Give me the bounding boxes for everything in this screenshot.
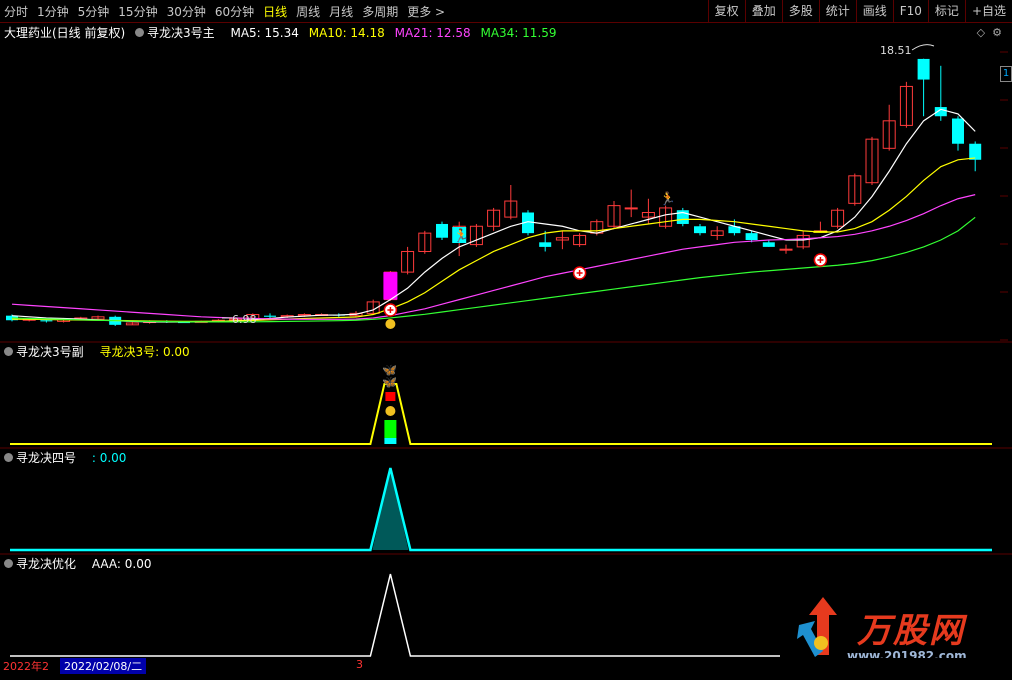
toolbar-button-0[interactable]: 复权 xyxy=(707,0,745,22)
period-tab-3[interactable]: 15分钟 xyxy=(118,5,157,19)
panel2-name[interactable]: 寻龙决3号副 xyxy=(4,345,90,359)
panel2-line xyxy=(10,383,992,445)
panel2-red-block xyxy=(385,392,396,401)
panel3-value: : 0.00 xyxy=(91,451,127,465)
watermark-brand: 万股网 xyxy=(857,611,965,651)
candle xyxy=(813,221,827,233)
panel2-value: 寻龙决3号: 0.00 xyxy=(99,345,190,359)
toolbar-button-6[interactable]: 标记 xyxy=(927,0,965,22)
candle xyxy=(624,189,638,218)
candle-body xyxy=(779,248,793,251)
panel3-fill xyxy=(372,468,409,550)
watermark-logo-icon xyxy=(797,597,837,657)
coin-icon xyxy=(385,319,396,329)
panel2-green-block xyxy=(384,420,397,438)
toolbar-right-buttons: 复权 叠加 多股 统计 画线 F10 标记 +自选 xyxy=(707,0,1012,22)
candle xyxy=(865,136,879,185)
panel2-coin-icon xyxy=(385,406,396,416)
panel3-name[interactable]: 寻龙决四号 xyxy=(4,451,82,465)
candle xyxy=(487,207,501,231)
candle xyxy=(762,240,775,247)
toolbar-button-3[interactable]: 统计 xyxy=(818,0,856,22)
status-bar: 2022年2 2022/02/08/二 3 xyxy=(0,658,1012,674)
toolbar-button-4[interactable]: 画线 xyxy=(855,0,893,22)
annotations-layer: 18.51 6.98 🏃 🏃 xyxy=(222,44,935,329)
candle-body xyxy=(694,226,706,234)
period-tab-5[interactable]: 60分钟 xyxy=(215,5,254,19)
panel4-line xyxy=(10,573,780,657)
runner-icon: 🏃 xyxy=(453,228,469,244)
highlight-candle xyxy=(383,272,398,300)
candle-body xyxy=(762,242,775,247)
low-price-label: 6.98 xyxy=(232,313,257,326)
candle xyxy=(401,246,415,275)
candle-body xyxy=(745,233,758,241)
candle xyxy=(899,81,913,128)
candle xyxy=(659,205,673,229)
candle xyxy=(779,244,793,254)
candle-body xyxy=(40,320,53,322)
candle xyxy=(917,58,930,117)
period-tabs: 分时 1分钟 5分钟 15分钟 30分钟 60分钟 日线 周线 月线 多周期 更多 > xyxy=(4,3,454,20)
period-tab-1[interactable]: 1分钟 xyxy=(37,5,69,19)
candle-body xyxy=(969,143,982,160)
candle xyxy=(969,141,982,172)
panel3-line xyxy=(10,467,992,552)
candle xyxy=(504,185,518,220)
toolbar-button-2[interactable]: 多股 xyxy=(781,0,819,22)
runner-icon: 🏃 xyxy=(660,191,676,207)
candle xyxy=(848,173,862,206)
high-price-label: 18.51 xyxy=(880,44,912,57)
period-tab-4[interactable]: 30分钟 xyxy=(167,5,206,19)
candle xyxy=(952,116,964,151)
butterfly-icon-2: 🦋 xyxy=(382,363,397,377)
period-tab-2[interactable]: 5分钟 xyxy=(78,5,110,19)
candle xyxy=(555,230,569,250)
panel2-cyan-block xyxy=(384,438,397,444)
candle xyxy=(607,201,621,229)
axis-marker: 3 xyxy=(356,658,363,671)
ma10-line xyxy=(11,157,976,322)
panel4-settings-icon xyxy=(4,559,13,568)
panel3-settings-icon xyxy=(4,453,13,462)
candle xyxy=(694,223,706,236)
candle xyxy=(882,104,896,151)
candle xyxy=(573,233,587,247)
candle-body xyxy=(624,207,638,210)
high-arrow-icon xyxy=(911,44,935,51)
candle-body xyxy=(917,58,930,80)
panel2-title: 寻龙决3号副 寻龙决3号: 0.00 xyxy=(4,343,196,360)
candle xyxy=(436,221,448,241)
candle xyxy=(676,207,689,227)
panel4-value: AAA: 0.00 xyxy=(91,557,152,571)
candle xyxy=(831,207,845,229)
toolbar-button-1[interactable]: 叠加 xyxy=(744,0,782,22)
candle-body xyxy=(264,315,276,317)
watermark: 万股网 www.201982.com xyxy=(795,595,995,667)
period-tab-0[interactable]: 分时 xyxy=(4,5,28,19)
candle xyxy=(710,226,724,241)
panel2-settings-icon xyxy=(4,347,13,356)
toolbar-button-5[interactable]: F10 xyxy=(892,0,928,22)
period-tab-6[interactable]: 日线 xyxy=(263,5,287,19)
period-tab-9[interactable]: 多周期 xyxy=(362,5,398,19)
butterfly-icon: 🦋 xyxy=(382,375,397,389)
panel3-title: 寻龙决四号 : 0.00 xyxy=(4,449,132,466)
period-tab-8[interactable]: 月线 xyxy=(329,5,353,19)
candle xyxy=(469,223,483,247)
candle-body xyxy=(539,242,552,247)
candle-body xyxy=(436,223,448,238)
toolbar-button-7[interactable]: +自选 xyxy=(964,0,1012,22)
candle-body xyxy=(952,118,964,144)
candle xyxy=(264,313,276,318)
period-tab-7[interactable]: 周线 xyxy=(296,5,320,19)
panel4-title: 寻龙决优化 AAA: 0.00 xyxy=(4,555,158,572)
period-tab-10[interactable]: 更多 > xyxy=(407,5,445,19)
period-toolbar: 分时 1分钟 5分钟 15分钟 30分钟 60分钟 日线 周线 月线 多周期 更多 > 复权 叠加 多股… xyxy=(0,0,1012,23)
panel4-name[interactable]: 寻龙决优化 xyxy=(4,557,82,571)
candle xyxy=(418,230,432,254)
candles-layer xyxy=(6,58,982,326)
